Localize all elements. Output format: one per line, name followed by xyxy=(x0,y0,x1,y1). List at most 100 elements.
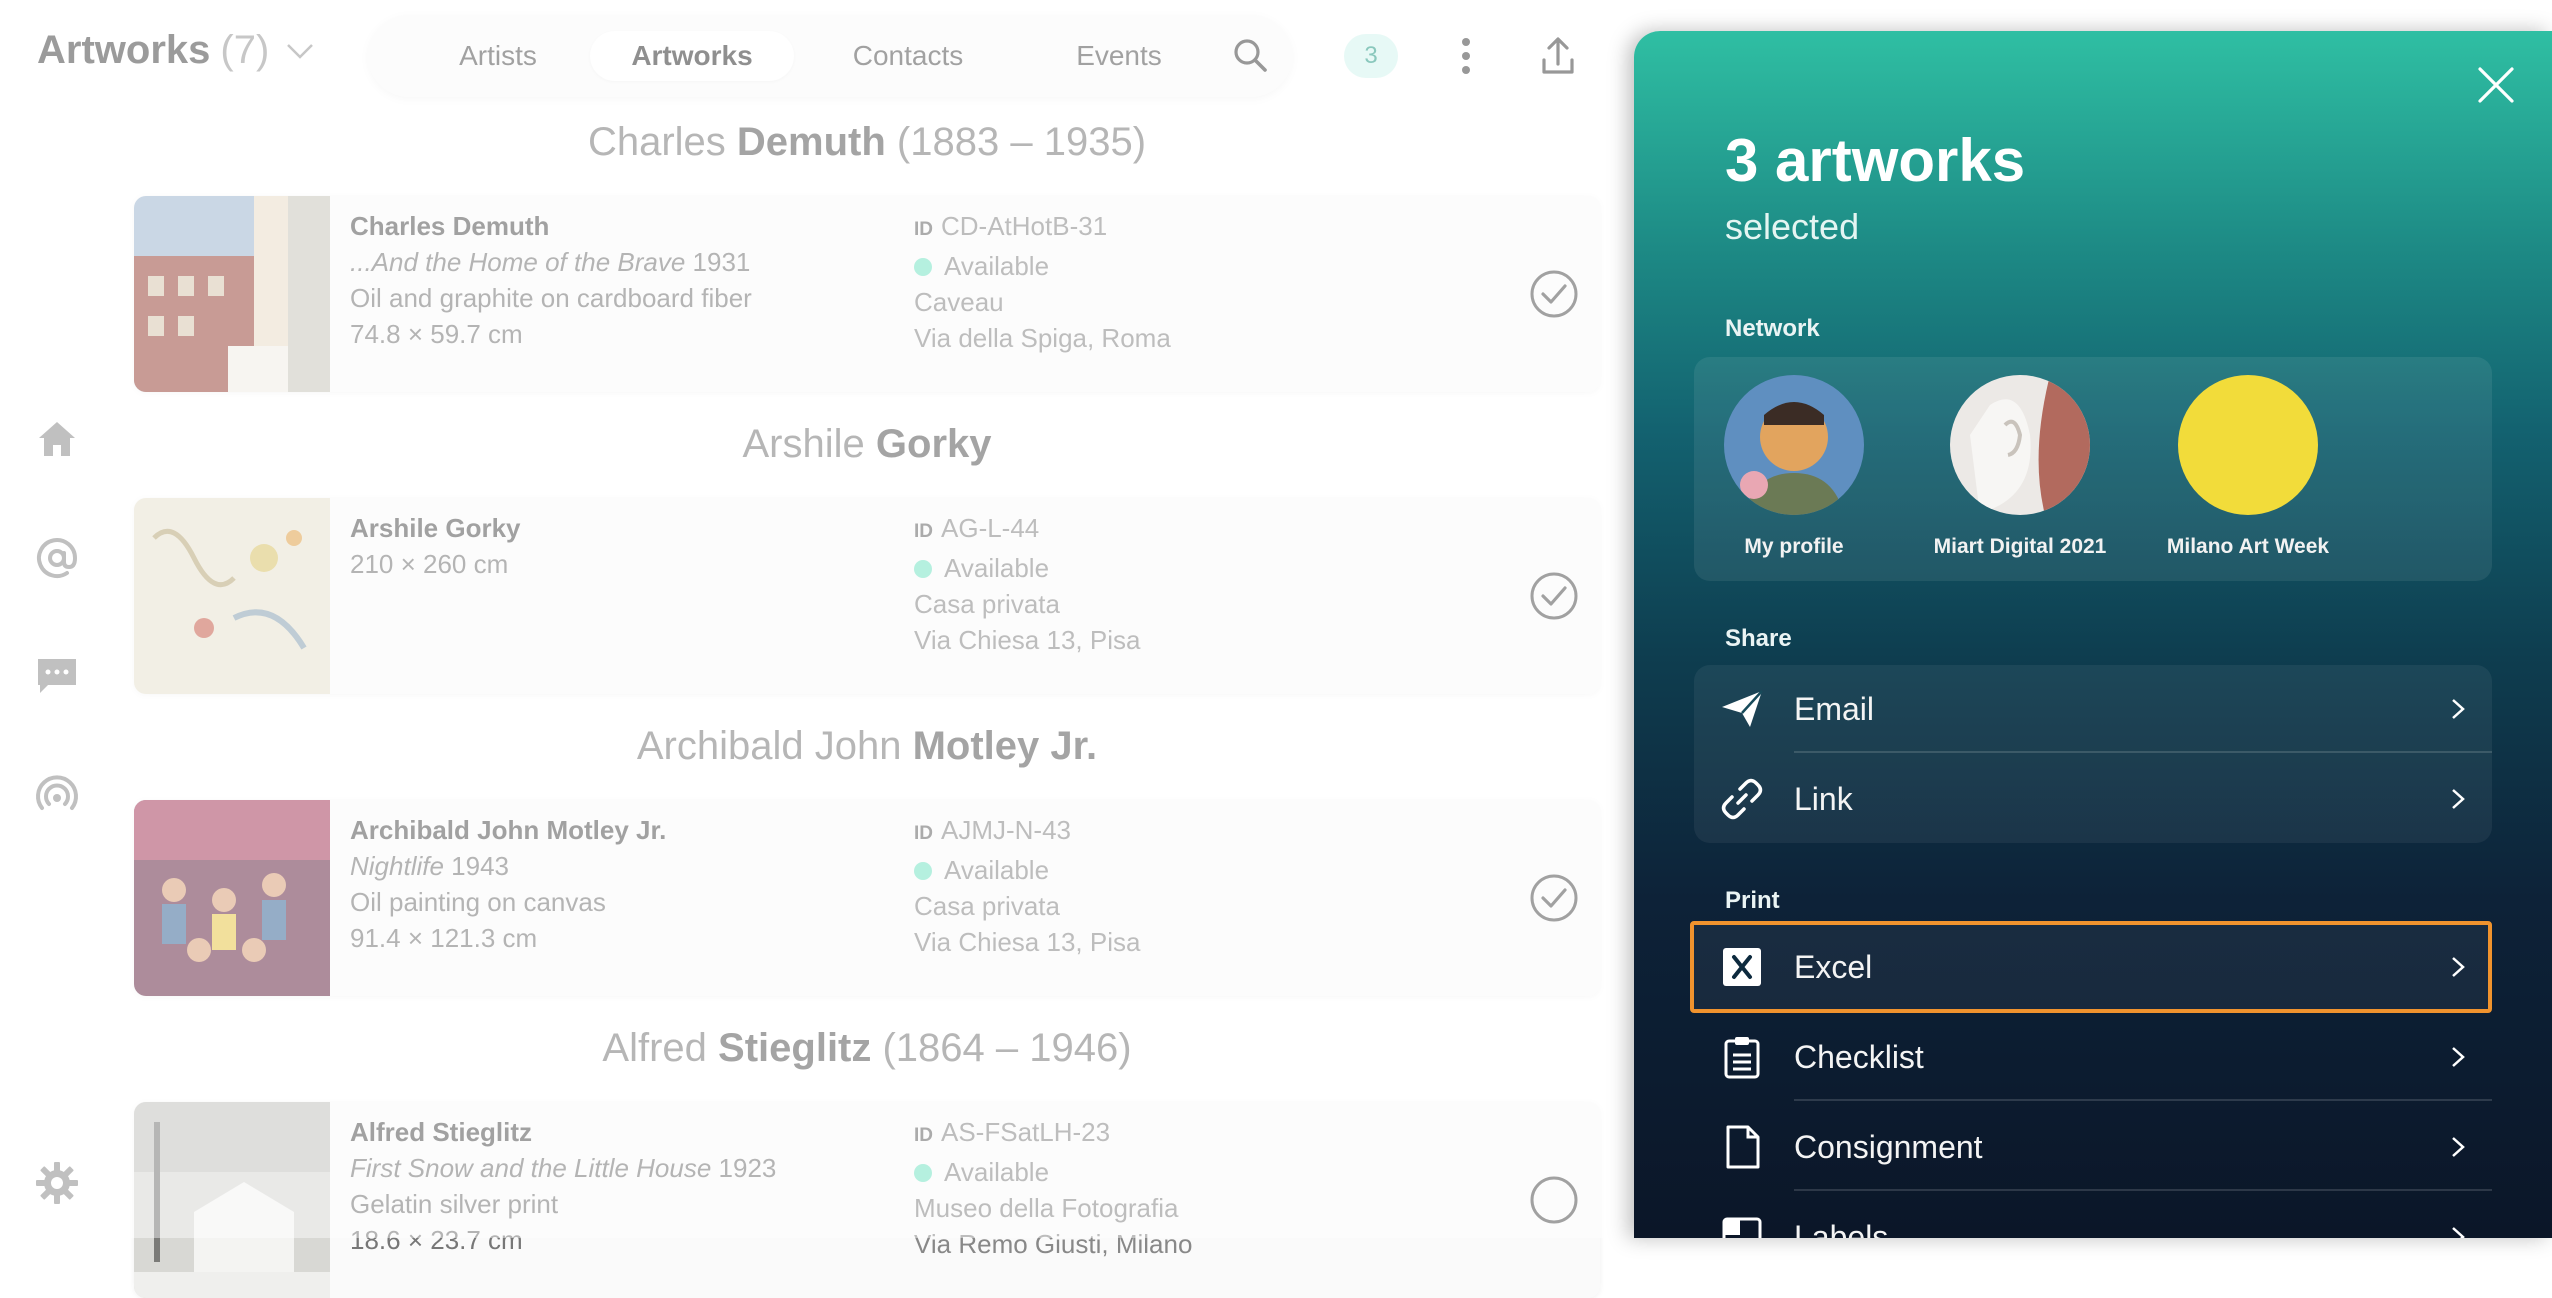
upload-icon[interactable] xyxy=(1538,34,1578,78)
artwork-size: 91.4 × 121.3 cm xyxy=(350,923,538,953)
artwork-id: AS-FSatLH-23 xyxy=(941,1117,1111,1147)
status-dot-icon xyxy=(914,258,932,276)
at-sign-icon[interactable] xyxy=(34,535,80,581)
id-label: ID xyxy=(914,219,933,240)
artist-heading-last: Stieglitz xyxy=(718,1026,872,1070)
print-labels-item[interactable]: Labels xyxy=(1694,1193,2492,1238)
print-checklist-item[interactable]: Checklist xyxy=(1694,1013,2492,1101)
page-title-label: Artworks xyxy=(37,28,211,72)
avatar xyxy=(2178,375,2318,515)
link-icon xyxy=(1721,778,1763,820)
chevron-right-icon xyxy=(2452,1227,2465,1238)
network-section-label: Network xyxy=(1725,315,1820,342)
artwork-title: ...And the Home of the Brave xyxy=(350,247,686,277)
artwork-card[interactable]: Charles Demuth ...And the Home of the Br… xyxy=(134,196,1600,392)
location-address: Via Chiesa 13, Pisa xyxy=(914,625,1141,655)
share-email-item[interactable]: Email xyxy=(1694,665,2492,753)
print-consignment-item[interactable]: Consignment xyxy=(1694,1103,2492,1191)
artist-name: Arshile Gorky xyxy=(350,513,521,543)
network-item-miart-digital-2021[interactable]: Miart Digital 2021 xyxy=(1920,375,2120,559)
artwork-size: 210 × 260 cm xyxy=(350,549,509,579)
broadcast-icon[interactable] xyxy=(34,774,80,820)
paper-plane-icon xyxy=(1722,690,1763,727)
artwork-card[interactable]: Arshile Gorky 210 × 260 cm ID AG-L-44 Ava… xyxy=(134,498,1600,694)
labels-icon xyxy=(1722,1217,1762,1238)
network-item-milano-art-week[interactable]: Milano Art Week xyxy=(2148,375,2348,559)
chat-icon[interactable] xyxy=(34,653,80,699)
artist-heading-dates: (1864 – 1946) xyxy=(871,1026,1132,1070)
select-checkmark-icon[interactable] xyxy=(1529,873,1579,923)
print-consignment-label: Consignment xyxy=(1794,1129,1983,1165)
artwork-id: AJMJ-N-43 xyxy=(941,815,1072,845)
artist-heading-first: Charles xyxy=(587,120,737,164)
location-name: Casa privata xyxy=(914,891,1060,921)
settings-icon[interactable] xyxy=(34,1160,80,1206)
artwork-year: 1931 xyxy=(685,247,751,277)
select-checkmark-icon[interactable] xyxy=(1529,571,1579,621)
chevron-right-icon xyxy=(2452,1047,2465,1067)
artist-heading-first: Archibald John xyxy=(636,724,913,768)
status-dot-icon xyxy=(914,862,932,880)
share-list: Email Link xyxy=(1694,665,2492,843)
page-title[interactable]: Artworks (7) xyxy=(37,28,315,73)
search-icon[interactable] xyxy=(1230,35,1270,75)
artwork-size: 18.6 × 23.7 cm xyxy=(350,1225,523,1255)
chevron-down-icon[interactable] xyxy=(285,41,315,61)
avatar xyxy=(1724,375,1864,515)
tab-artworks[interactable]: Artworks xyxy=(590,31,794,81)
artist-heading-dates: (1883 – 1935) xyxy=(885,120,1147,164)
location-name: Museo della Fotografia xyxy=(914,1193,1179,1223)
network-item-label: Milano Art Week xyxy=(2166,535,2330,558)
home-icon[interactable] xyxy=(34,416,80,462)
network-item-my-profile[interactable]: My profile xyxy=(1694,375,1894,559)
id-label: ID xyxy=(914,1125,933,1146)
status-label: Available xyxy=(944,251,1050,281)
panel-subtitle: selected xyxy=(1725,206,1860,247)
tab-contacts[interactable]: Contacts xyxy=(808,31,1008,81)
print-excel-item[interactable]: Excel xyxy=(1690,921,2492,1013)
selected-count-badge[interactable]: 3 xyxy=(1344,34,1398,78)
page-title-count: (7) xyxy=(220,28,270,72)
artwork-thumbnail xyxy=(134,498,330,694)
artist-heading-last: Motley Jr. xyxy=(912,724,1098,768)
more-vertical-icon[interactable] xyxy=(1452,34,1480,78)
status-label: Available xyxy=(944,855,1050,885)
artist-name: Alfred Stieglitz xyxy=(350,1117,533,1147)
divider xyxy=(1794,1189,2492,1191)
main-nav: Artists Artworks Contacts Events xyxy=(368,15,1292,97)
avatar xyxy=(1950,375,2090,515)
panel-title: 3 artworks xyxy=(1725,127,2026,194)
artist-name: Charles Demuth xyxy=(350,211,550,241)
artwork-thumbnail xyxy=(134,800,330,996)
share-email-label: Email xyxy=(1794,691,1875,727)
id-label: ID xyxy=(914,521,933,542)
artist-heading: Alfred Stieglitz (1864 – 1946) xyxy=(134,1026,1600,1071)
artist-heading-last: Demuth xyxy=(736,120,886,164)
artwork-year: 1923 xyxy=(711,1153,777,1183)
artwork-id: AG-L-44 xyxy=(941,513,1040,543)
artist-heading: Archibald John Motley Jr. xyxy=(134,724,1600,769)
print-excel-label: Excel xyxy=(1794,949,1873,985)
tab-events[interactable]: Events xyxy=(1024,31,1214,81)
tab-artists[interactable]: Artists xyxy=(418,31,578,81)
divider xyxy=(1794,751,2492,753)
artwork-card[interactable]: Alfred Stieglitz First Snow and the Litt… xyxy=(134,1102,1600,1298)
close-icon[interactable] xyxy=(2474,63,2518,107)
artist-heading: Arshile Gorky xyxy=(134,422,1600,467)
artwork-card[interactable]: Archibald John Motley Jr. Nightlife 1943… xyxy=(134,800,1600,996)
location-address: Via Chiesa 13, Pisa xyxy=(914,927,1141,957)
print-section-label: Print xyxy=(1725,887,1780,914)
share-link-item[interactable]: Link xyxy=(1694,755,2492,843)
select-checkmark-icon[interactable] xyxy=(1529,269,1579,319)
divider xyxy=(1794,1099,2492,1101)
artwork-id: CD-AtHotB-31 xyxy=(941,211,1108,241)
artist-heading: Charles Demuth (1883 – 1935) xyxy=(134,120,1600,165)
location-address: Via della Spiga, Roma xyxy=(914,323,1171,353)
location-address: Via Remo Giusti, Milano xyxy=(914,1229,1193,1259)
share-section-label: Share xyxy=(1725,625,1792,652)
chevron-right-icon xyxy=(2452,789,2465,809)
status-label: Available xyxy=(944,553,1050,583)
status-dot-icon xyxy=(914,560,932,578)
select-circle-icon[interactable] xyxy=(1529,1175,1579,1225)
artwork-thumbnail xyxy=(134,1102,330,1298)
